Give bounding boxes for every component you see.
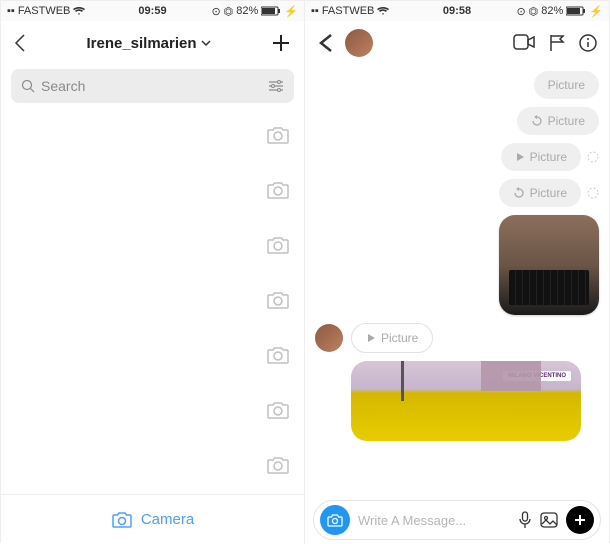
avatar: [1, 277, 23, 323]
username-label: Irene_silmarien: [86, 35, 196, 52]
battery-percent: 82%: [236, 5, 258, 17]
carrier-label: FASTWEB: [322, 5, 375, 17]
flag-button[interactable]: [549, 34, 565, 52]
camera-icon[interactable]: [266, 179, 290, 201]
dm-inbox-screen: ▪▪ FASTWEB 09:59 ⊙ ⏣ 82% ⚡: [1, 1, 305, 544]
status-bar: ▪▪ FASTWEB 09:58 ⊙ ⏣ 82% ⚡: [305, 1, 609, 21]
charging-icon: ⚡: [589, 5, 603, 18]
incoming-picture-bubble[interactable]: Picture: [351, 323, 433, 353]
compose-bar: Write A Message...: [305, 496, 609, 544]
loading-spinner-icon: [587, 151, 599, 163]
info-button[interactable]: [579, 34, 597, 52]
avatar: [1, 112, 23, 158]
chevron-down-icon: [201, 40, 211, 46]
play-icon: [515, 152, 525, 162]
avatar: [1, 442, 23, 488]
list-item[interactable]: [1, 162, 304, 217]
avatar: [1, 387, 23, 433]
signal-icon: ▪▪: [7, 5, 15, 17]
replay-icon: [513, 187, 525, 199]
alarm-icon: ⊙: [516, 5, 525, 18]
conversation-list: [1, 107, 304, 494]
camera-label: Camera: [141, 511, 194, 528]
camera-icon[interactable]: [266, 454, 290, 476]
bubble-label: Picture: [530, 186, 567, 200]
wifi-icon: [73, 6, 85, 16]
outgoing-picture-bubble[interactable]: Picture: [501, 143, 581, 171]
avatar: [1, 222, 23, 268]
lock-icon: ⏣: [224, 5, 234, 18]
gallery-button[interactable]: [540, 512, 558, 528]
camera-button[interactable]: Camera: [1, 494, 304, 544]
bubble-label: Picture: [530, 150, 567, 164]
incoming-photo-message[interactable]: MILANO VICENTINO: [351, 361, 581, 441]
status-bar: ▪▪ FASTWEB 09:59 ⊙ ⏣ 82% ⚡: [1, 1, 304, 21]
avatar: [1, 332, 23, 378]
search-placeholder: Search: [41, 78, 85, 94]
list-item[interactable]: [1, 327, 304, 382]
new-message-button[interactable]: [270, 32, 292, 54]
list-item[interactable]: [1, 437, 304, 492]
camera-icon[interactable]: [266, 234, 290, 256]
search-input[interactable]: Search: [11, 69, 294, 103]
clock: 09:58: [443, 5, 471, 17]
avatar[interactable]: [345, 29, 373, 57]
camera-button[interactable]: [320, 505, 350, 535]
lock-icon: ⏣: [529, 5, 539, 18]
list-item[interactable]: [1, 217, 304, 272]
back-button[interactable]: [13, 33, 27, 53]
avatar: [1, 167, 23, 213]
camera-icon[interactable]: [266, 124, 290, 146]
wifi-icon: [377, 6, 389, 16]
search-icon: [21, 79, 35, 93]
camera-icon[interactable]: [266, 344, 290, 366]
account-switcher[interactable]: Irene_silmarien: [86, 35, 210, 52]
signal-icon: ▪▪: [311, 5, 319, 17]
video-call-button[interactable]: [513, 34, 535, 52]
bubble-label: Picture: [548, 114, 585, 128]
dm-conversation-screen: ▪▪ FASTWEB 09:58 ⊙ ⏣ 82% ⚡: [305, 1, 609, 544]
filter-icon[interactable]: [268, 79, 284, 93]
camera-icon: [111, 510, 133, 530]
voice-message-button[interactable]: [518, 511, 532, 529]
message-list: Picture Picture Picture Picture: [305, 65, 609, 496]
battery-icon: [566, 6, 586, 16]
battery-icon: [261, 6, 281, 16]
list-item[interactable]: [1, 107, 304, 162]
charging-icon: ⚡: [284, 5, 298, 18]
avatar[interactable]: [315, 324, 343, 352]
list-item[interactable]: [1, 382, 304, 437]
conversation-header: [305, 21, 609, 65]
outgoing-picture-bubble[interactable]: Picture: [534, 71, 599, 99]
message-input[interactable]: Write A Message...: [313, 500, 601, 540]
outgoing-picture-bubble[interactable]: Picture: [517, 107, 599, 135]
location-sticker: MILANO VICENTINO: [503, 371, 571, 381]
carrier-label: FASTWEB: [18, 5, 71, 17]
message-placeholder: Write A Message...: [358, 513, 510, 528]
play-icon: [366, 333, 376, 343]
battery-percent: 82%: [541, 5, 563, 17]
alarm-icon: ⊙: [211, 5, 220, 18]
replay-icon: [531, 115, 543, 127]
back-button[interactable]: [317, 32, 335, 54]
bubble-label: Picture: [548, 78, 585, 92]
add-button[interactable]: [566, 506, 594, 534]
clock: 09:59: [138, 5, 166, 17]
camera-icon[interactable]: [266, 289, 290, 311]
camera-icon[interactable]: [266, 399, 290, 421]
bubble-label: Picture: [381, 331, 418, 345]
inbox-header: Irene_silmarien: [1, 21, 304, 65]
list-item[interactable]: [1, 272, 304, 327]
outgoing-picture-bubble[interactable]: Picture: [499, 179, 581, 207]
loading-spinner-icon: [587, 187, 599, 199]
outgoing-photo-message[interactable]: [499, 215, 599, 315]
